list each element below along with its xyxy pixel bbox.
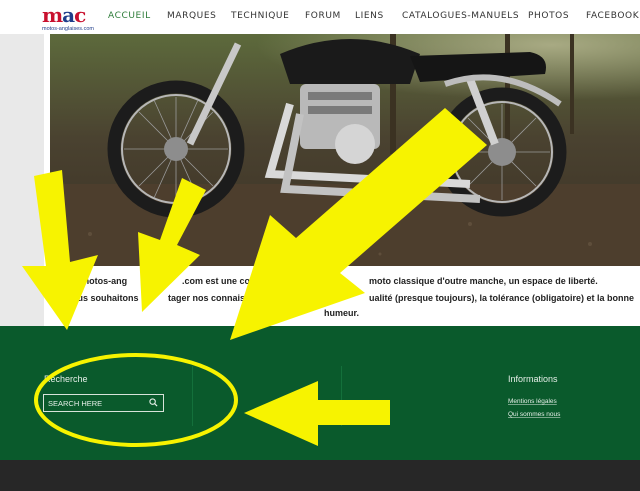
- site-logo[interactable]: mac motos-anglaises.com: [42, 4, 96, 34]
- intro-line-3: humeur.: [324, 308, 360, 318]
- nav-item-liens[interactable]: LIENS: [355, 11, 384, 21]
- magnifier-icon[interactable]: [149, 398, 158, 407]
- footer-divider: [341, 366, 342, 426]
- left-gutter: [0, 34, 44, 326]
- intro-text: w.motos-ang .com est une coopé moto clas…: [44, 266, 640, 326]
- bottom-bar: [0, 460, 640, 491]
- logo-subtitle: motos-anglaises.com: [42, 26, 94, 32]
- intro-line-1a: w.motos-ang: [72, 276, 128, 286]
- search-input[interactable]: [48, 397, 144, 409]
- nav-item-facebook[interactable]: FACEBOOK: [586, 11, 639, 21]
- intro-line-1c: moto classique d'outre manche, un espace…: [369, 276, 598, 286]
- nav-item-marques[interactable]: MARQUES: [167, 11, 216, 21]
- site-footer: Recherche Informations Mentions légales …: [0, 326, 640, 460]
- search-box[interactable]: [43, 394, 164, 412]
- nav-item-forum[interactable]: FORUM: [305, 11, 341, 21]
- hero-motorcycle-image: [50, 34, 640, 266]
- search-heading: Recherche: [44, 374, 88, 384]
- nav-item-photos[interactable]: PHOTOS: [528, 11, 569, 21]
- intro-line-2b: tager nos connaissa: [168, 293, 256, 303]
- mentions-legales-link[interactable]: Mentions légales: [508, 398, 557, 405]
- qui-sommes-nous-link[interactable]: Qui sommes nous: [508, 411, 560, 418]
- intro-line-2c: ualité (presque toujours), la tolérance …: [369, 293, 635, 303]
- nav-item-catalogues[interactable]: CATALOGUES-MANUELS: [402, 11, 519, 21]
- intro-line-1b: .com est une coopé: [182, 276, 267, 286]
- logo-mark: mac: [42, 3, 86, 27]
- informations-heading: Informations: [508, 374, 558, 384]
- nav-item-technique[interactable]: TECHNIQUE: [231, 11, 289, 21]
- intro-line-2a: ous souhaitons: [72, 293, 139, 303]
- nav-item-accueil[interactable]: ACCUEIL: [108, 11, 151, 21]
- footer-divider: [192, 366, 193, 426]
- top-navigation: mac motos-anglaises.com ACCUEIL MARQUES …: [0, 0, 640, 34]
- motorcycle-illustration: [50, 34, 640, 266]
